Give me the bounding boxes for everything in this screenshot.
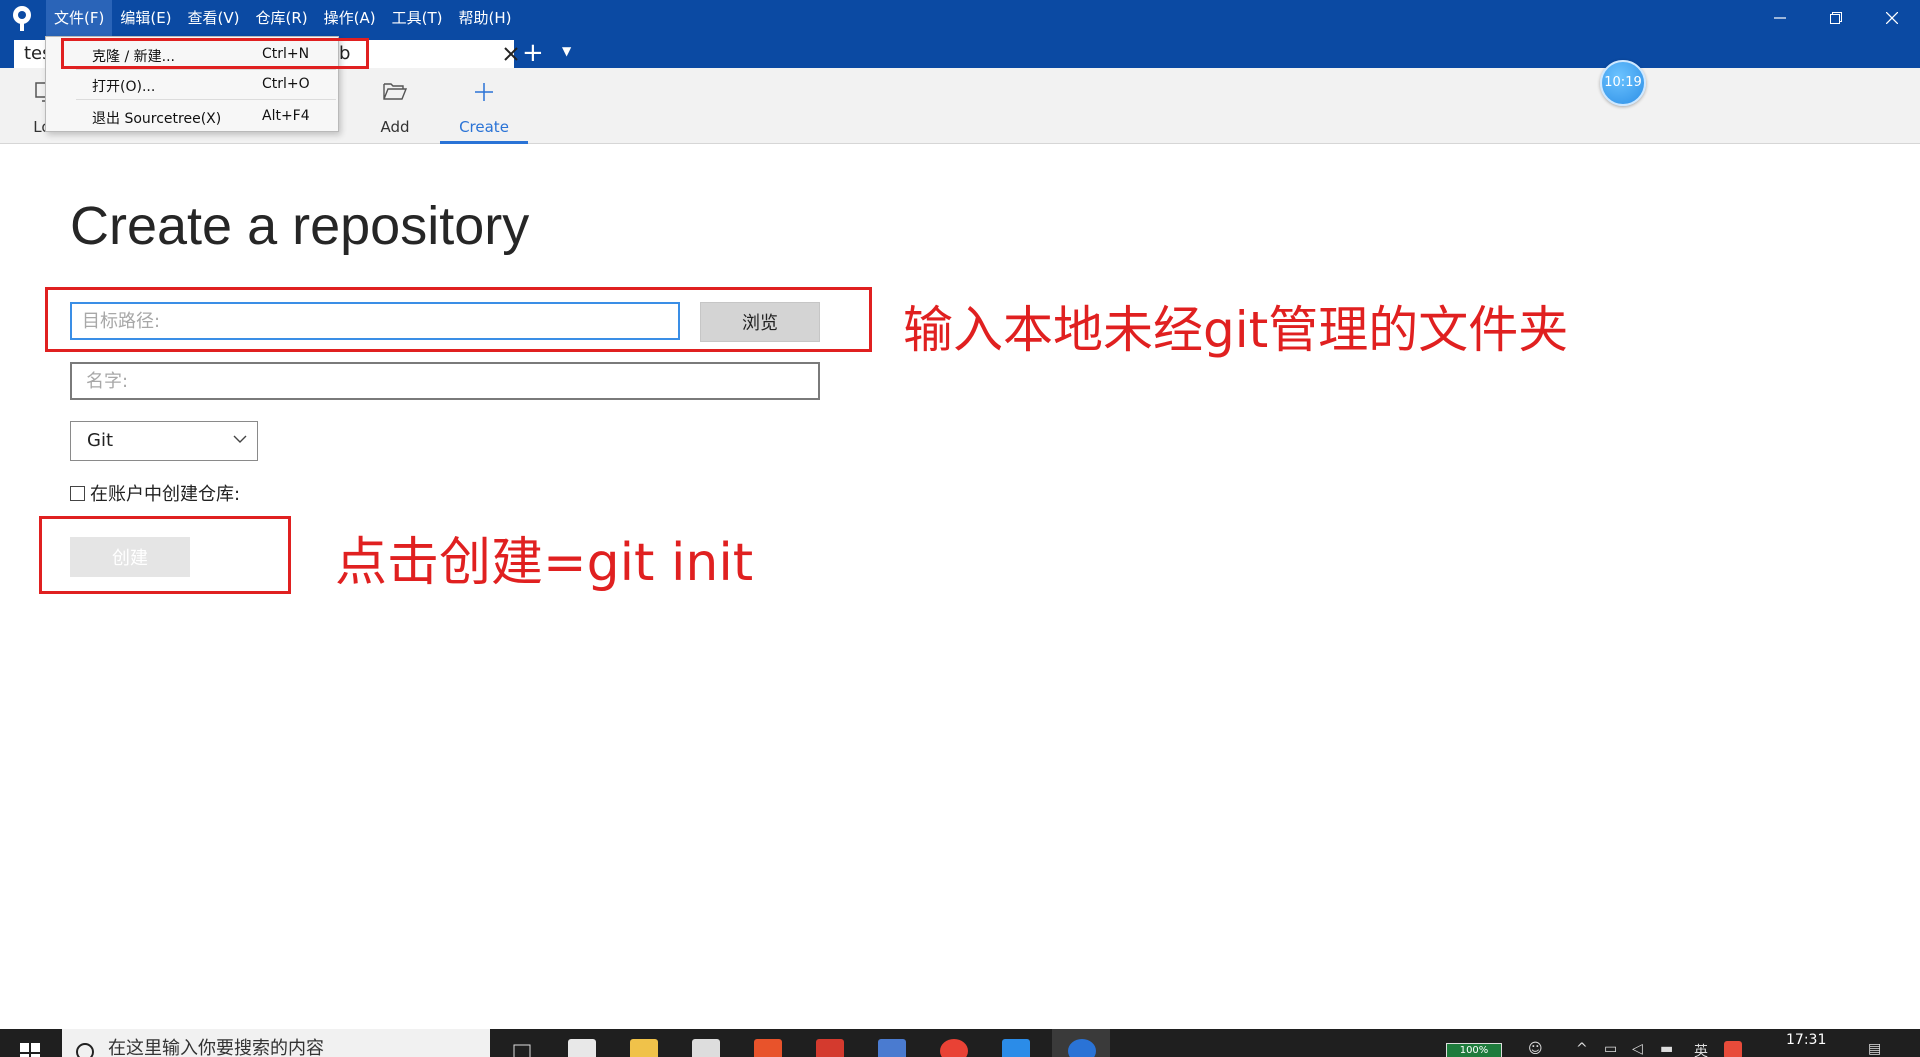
tool-app-icon[interactable] [878,1039,906,1057]
tab-list-dropdown-icon[interactable]: ▼ [562,44,571,58]
tool-add[interactable]: Add [364,68,426,144]
menu-item-exit[interactable]: 退出 Sourcetree(X) Alt+F4 [46,103,338,129]
network-icon[interactable]: ▭ [1604,1041,1617,1057]
tool-add-label: Add [380,118,410,136]
title-bar: 文件(F) 编辑(E) 查看(V) 仓库(R) 操作(A) 工具(T) 帮助(H… [0,0,1920,36]
menu-item-shortcut: Alt+F4 [262,108,310,124]
annotation-box-create [39,516,291,594]
restore-button[interactable] [1808,0,1864,36]
create-in-account-checkbox[interactable] [70,485,85,501]
taskbar-search-box[interactable]: 在这里输入你要搜索的内容 [62,1029,490,1057]
vscode-app-icon[interactable] [1002,1039,1030,1057]
create-in-account-row: 在账户中创建仓库: [70,482,241,505]
people-icon[interactable]: ☺ [1528,1041,1543,1057]
tool-create-label: Create [459,118,509,136]
volume-icon[interactable]: ◁ [1632,1041,1643,1057]
repository-name-input[interactable] [70,362,820,400]
windows-start-icon[interactable] [20,1043,40,1057]
vcs-type-select[interactable]: Git [70,421,258,461]
input-method-indicator[interactable]: 英 [1694,1041,1708,1057]
xmind-app-icon[interactable] [754,1039,782,1057]
taskbar-clock[interactable]: 17:31 [1786,1032,1826,1048]
taskbar-search-text: 在这里输入你要搜索的内容 [108,1038,324,1057]
menu-tools[interactable]: 工具(T) [384,0,451,36]
mail-app-icon[interactable] [568,1039,596,1057]
menu-view[interactable]: 查看(V) [180,0,248,36]
menu-file[interactable]: 文件(F) [46,0,113,36]
annotation-path-note: 输入本地未经git管理的文件夹 [903,301,1569,359]
input-app-icon[interactable] [1724,1041,1742,1057]
typora-app-icon[interactable] [692,1039,720,1057]
menu-item-label: 打开(O)... [92,79,156,95]
folder-open-icon [383,83,407,100]
chevron-down-icon [233,435,247,443]
menu-edit[interactable]: 编辑(E) [112,0,179,36]
menu-bar: 文件(F) 编辑(E) 查看(V) 仓库(R) 操作(A) 工具(T) 帮助(H… [46,0,519,36]
minimize-icon [1774,17,1786,19]
menu-divider [76,69,336,70]
task-view-icon[interactable] [508,1039,536,1057]
annotation-box-clone-menu [61,38,369,69]
minimize-button[interactable] [1752,0,1808,36]
menu-item-shortcut: Ctrl+O [262,76,310,92]
sourcetree-logo-icon[interactable] [10,5,34,31]
chrome-app-icon[interactable] [940,1039,968,1057]
file-explorer-icon[interactable] [630,1039,658,1057]
vcs-selected-value: Git [87,430,114,451]
window-controls [1752,0,1920,36]
close-window-button[interactable] [1864,0,1920,36]
tray-expand-icon[interactable]: ^ [1576,1041,1588,1057]
create-in-account-label: 在账户中创建仓库: [90,484,241,505]
annotation-create-note: 点击创建=git init [335,533,754,593]
new-tab-plus-icon[interactable]: + [522,40,544,66]
menu-help[interactable]: 帮助(H) [450,0,519,36]
page-title: Create a repository [70,196,530,256]
browser-app-icon[interactable] [816,1039,844,1057]
taskbar: 在这里输入你要搜索的内容 100% ☺ ^ ▭ ◁ ▬ 英 17:31 ▤ [0,1029,1920,1057]
sourcetree-app-icon [1068,1039,1096,1057]
tab-close-icon[interactable] [502,45,520,63]
menu-item-label: 退出 Sourcetree(X) [92,111,222,127]
menu-item-open[interactable]: 打开(O)... Ctrl+O [46,71,338,97]
display-icon[interactable]: ▬ [1660,1041,1673,1057]
timer-badge[interactable]: 10:19 [1600,60,1646,106]
annotation-box-path [45,287,872,352]
plus-icon [475,83,493,101]
notification-center-icon[interactable]: ▤ [1868,1041,1881,1057]
menu-divider [76,99,336,100]
sourcetree-taskbar-item[interactable] [1052,1029,1110,1057]
restore-icon [1830,12,1842,24]
menu-actions[interactable]: 操作(A) [316,0,384,36]
menu-repository[interactable]: 仓库(R) [248,0,316,36]
search-icon [76,1043,94,1057]
battery-indicator[interactable]: 100% [1446,1043,1502,1057]
tool-create[interactable]: Create [440,68,528,144]
close-icon [1886,12,1898,24]
